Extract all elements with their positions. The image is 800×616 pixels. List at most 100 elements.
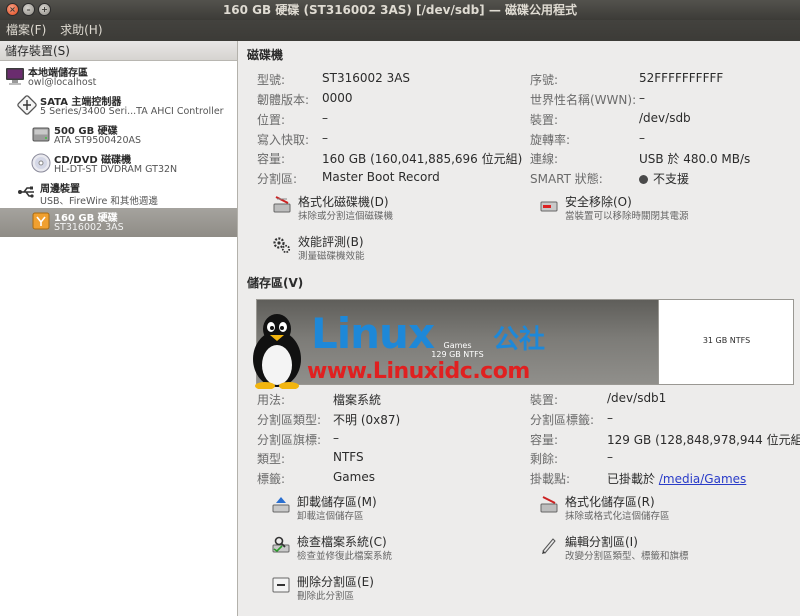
menu-help[interactable]: 求助(H)	[55, 20, 107, 41]
mount-point-label: 掛載點:	[530, 472, 571, 486]
gears-icon	[273, 237, 291, 254]
tree-item-sata-controller[interactable]: SATA 主端控制器 5 Series/3400 Seri...TA AHCI …	[0, 92, 237, 121]
close-button[interactable]: ×	[6, 3, 19, 16]
location-label: 位置:	[257, 113, 286, 127]
tree-item-local-storage[interactable]: 本地端儲存區 owl@localhost	[0, 63, 237, 92]
watermark-brand: Linux	[311, 309, 435, 358]
partitioning-value: Master Boot Record	[322, 170, 440, 184]
vol-capacity-value: 129 GB (128,848,978,944 位元組)	[607, 433, 800, 447]
watermark-url: www.Linuxidc.com	[307, 359, 530, 384]
tree-item-subtitle: USB、FireWire 和其他週邊	[40, 196, 158, 207]
edit-partition-button[interactable]: 編輯分割區(I) 改變分割區類型、標籤和旗標	[539, 533, 759, 562]
location-value: –	[322, 111, 328, 125]
benchmark-button[interactable]: 效能評測(B) 測量磁碟機效能	[272, 233, 472, 262]
menu-bar: 檔案(F) 求助(H)	[0, 20, 800, 41]
serial-value: 52FFFFFFFFFF	[639, 71, 724, 85]
tree-item-subtitle: ATA ST9500420AS	[54, 135, 142, 146]
unmount-volume-button[interactable]: 卸載儲存區(M) 卸載這個儲存區	[271, 493, 471, 522]
tree-item-subtitle: owl@localhost	[28, 77, 97, 88]
volume-ntfs-31gb[interactable]: 31 GB NTFS	[658, 300, 793, 384]
write-cache-label: 寫入快取:	[257, 133, 310, 147]
mount-point-value: 已掛載於 /media/Games	[607, 470, 746, 487]
vol-device-value: /dev/sdb1	[607, 391, 667, 405]
capacity-label: 容量:	[257, 152, 286, 166]
harddisk-icon	[32, 127, 50, 142]
site-watermark: Linux 公社 www.Linuxidc.com	[245, 311, 565, 391]
type-label: 類型:	[257, 452, 286, 466]
partition-label-label: 分割區標籤:	[530, 413, 595, 427]
unmount-icon	[272, 497, 290, 513]
delete-partition-button[interactable]: 刪除分割區(E) 刪除此分割區	[271, 573, 471, 602]
client-area: 儲存裝置(S) 本地端儲存區 owl@localhost SATA 主端控制器 …	[0, 41, 800, 616]
tree-item-subtitle: ST316002 3AS	[54, 222, 124, 233]
title-bar: × – + 160 GB 硬碟 (ST316002 3AS) [/dev/sdb…	[0, 0, 800, 20]
mount-prefix: 已掛載於	[607, 472, 656, 486]
usb-harddisk-icon	[32, 212, 50, 230]
vol-device-label: 裝置:	[530, 393, 559, 407]
wwn-label: 世界性名稱(WWN):	[530, 93, 637, 107]
controller-icon	[17, 95, 37, 115]
delete-icon	[272, 577, 290, 593]
available-label: 剩餘:	[530, 452, 559, 466]
maximize-button[interactable]: +	[38, 3, 51, 16]
device-value: /dev/sdb	[639, 111, 691, 125]
tree-item-500gb-disk[interactable]: 500 GB 硬碟 ATA ST9500420AS	[0, 121, 237, 150]
firmware-value: 0000	[322, 91, 353, 105]
partition-label-value: –	[607, 411, 613, 425]
delete-partition-desc: 刪除此分割區	[297, 591, 355, 602]
benchmark-desc: 測量磁碟機效能	[298, 251, 365, 262]
format-volume-desc: 抹除或格式化這個儲存區	[565, 511, 670, 522]
serial-label: 序號:	[530, 73, 559, 87]
smart-status-icon	[639, 175, 648, 184]
drive-section-title: 磁碟機	[247, 48, 284, 62]
tree-item-subtitle: 5 Series/3400 Seri...TA AHCI Controller	[40, 106, 224, 117]
model-value: ST316002 3AS	[322, 71, 411, 85]
window-controls: × – +	[6, 3, 51, 16]
partition-type-label: 分割區類型:	[257, 413, 322, 427]
window-title: 160 GB 硬碟 (ST316002 3AS) [/dev/sdb] — 磁碟…	[222, 3, 578, 17]
mount-path-link[interactable]: /media/Games	[659, 472, 746, 486]
capacity-value: 160 GB (160,041,885,696 位元組)	[322, 152, 523, 166]
tree-item-peripherals[interactable]: 周邊裝置 USB、FireWire 和其他週邊	[0, 179, 237, 208]
label-label: 標籤:	[257, 472, 286, 486]
format-volume-button[interactable]: 格式化儲存區(R) 抹除或格式化這個儲存區	[539, 493, 759, 522]
eject-icon	[540, 201, 558, 212]
tree-item-subtitle: HL-DT-ST DVDRAM GT32N	[54, 164, 178, 175]
partition-type-value: 不明 (0x87)	[333, 413, 401, 427]
write-cache-value: –	[322, 131, 328, 145]
model-label: 型號:	[257, 73, 286, 87]
tree-item-160gb-disk[interactable]: 160 GB 硬碟 ST316002 3AS	[0, 208, 237, 237]
smart-value: 不支援	[639, 170, 689, 187]
check-filesystem-button[interactable]: 檢查檔案系統(C) 檢查並修復此檔案系統	[271, 533, 471, 562]
pencil-icon	[542, 538, 556, 554]
connection-label: 連線:	[530, 152, 559, 166]
menu-file[interactable]: 檔案(F)	[0, 20, 51, 41]
tree-item-cd-dvd[interactable]: CD/DVD 磁碟機 HL-DT-ST DVDRAM GT32N	[0, 150, 237, 179]
rotation-value: –	[639, 131, 645, 145]
check-filesystem-icon	[272, 536, 290, 553]
check-filesystem-desc: 檢查並修復此檔案系統	[297, 551, 393, 562]
watermark-brand-cn: 公社	[493, 325, 546, 355]
vol-capacity-label: 容量:	[530, 433, 559, 447]
usb-icon	[18, 186, 34, 198]
unmount-volume-desc: 卸載這個儲存區	[297, 511, 364, 522]
usage-value: 檔案系統	[333, 393, 382, 407]
format-drive-icon	[273, 196, 291, 213]
partitioning-label: 分割區:	[257, 172, 298, 186]
format-drive-button[interactable]: 格式化磁碟機(D) 抹除或分割這個磁碟機	[272, 193, 472, 222]
optical-drive-icon	[31, 153, 51, 173]
sidebar-header[interactable]: 儲存裝置(S)	[0, 41, 237, 61]
safe-remove-desc: 當裝置可以移除時關閉其電源	[565, 211, 689, 222]
safe-remove-button[interactable]: 安全移除(O) 當裝置可以移除時關閉其電源	[539, 193, 739, 222]
partition-flags-label: 分割區旗標:	[257, 433, 322, 447]
type-value: NTFS	[333, 450, 364, 464]
penguin-logo-icon	[253, 314, 301, 389]
volume-ntfs-31gb-label: 31 GB NTFS	[702, 336, 751, 345]
edit-partition-desc: 改變分割區類型、標籤和旗標	[565, 551, 689, 562]
minimize-button[interactable]: –	[22, 3, 35, 16]
usage-label: 用法:	[257, 393, 286, 407]
computer-icon	[6, 68, 24, 85]
format-volume-icon	[540, 496, 558, 513]
smart-status-text: 不支援	[653, 172, 690, 186]
connection-value: USB 於 480.0 MB/s	[639, 152, 751, 166]
